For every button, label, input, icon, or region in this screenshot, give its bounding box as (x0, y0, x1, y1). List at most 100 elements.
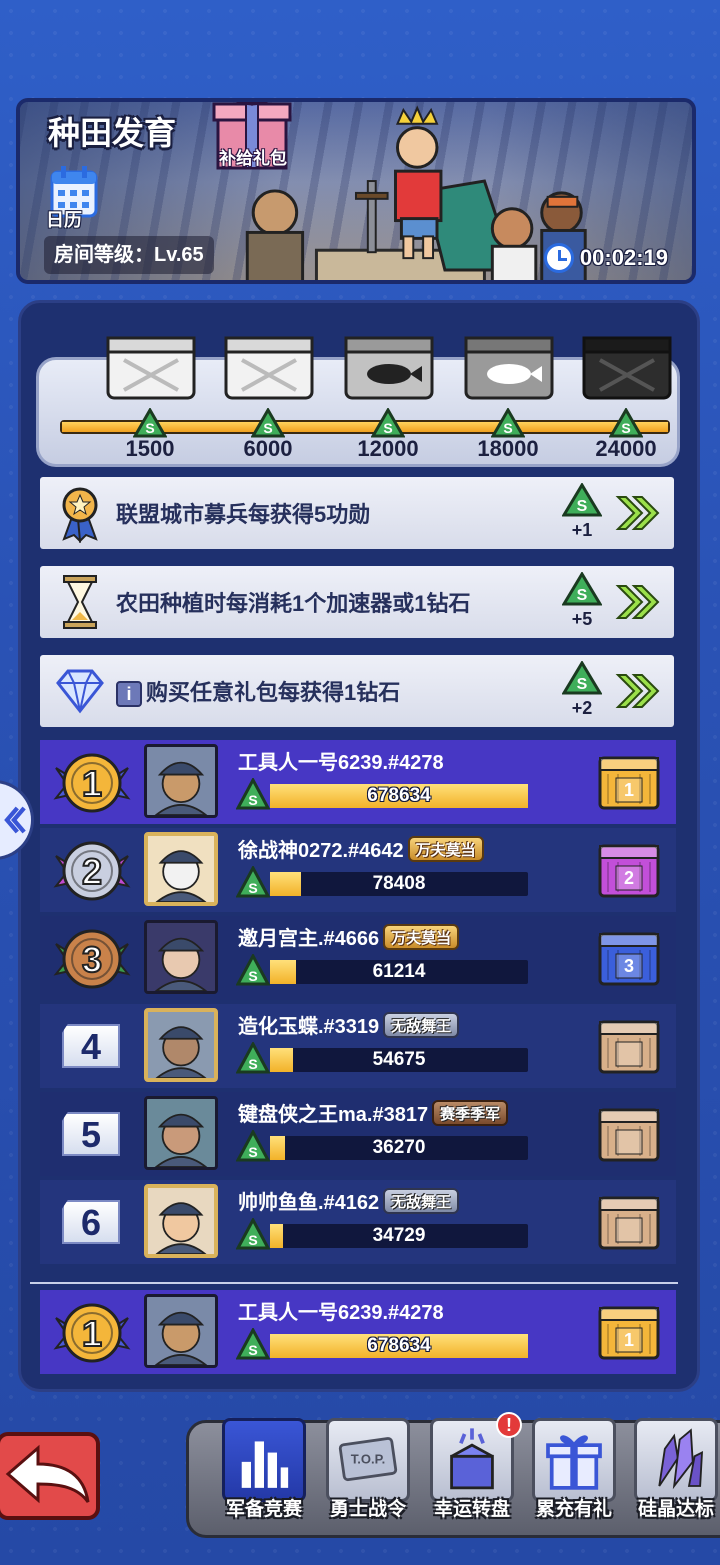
player-title-badge: 赛季季军 (432, 1099, 509, 1126)
leaderboard-row[interactable]: 5 键盘侠之王ma.#3817 赛季季军 S 36270 (40, 1092, 676, 1176)
score-bar: 678634 (270, 784, 528, 808)
svg-text:3: 3 (82, 939, 102, 980)
player-avatar[interactable] (144, 1096, 218, 1170)
milestone-chest-5[interactable] (580, 330, 674, 402)
milestone-token-icon: S (251, 408, 285, 438)
calendar-label: 日历 (46, 210, 82, 230)
back-button[interactable] (0, 1430, 106, 1522)
score-bar: 54675 (270, 1048, 528, 1072)
go-arrow-icon[interactable] (614, 580, 660, 624)
player-avatar[interactable] (144, 832, 218, 906)
task-reward-amount: +2 (571, 698, 593, 718)
nav-label: 勇士战令 (329, 1499, 406, 1520)
player-name-line: 工具人一号6239.#4278 (238, 1296, 444, 1325)
nav-item[interactable]: 军备竞赛 (218, 1418, 310, 1530)
task-row-2: 农田种植时每消耗1个加速器或1钻石 S +5 (40, 566, 674, 638)
milestone-value: 1500 (125, 436, 175, 461)
leaderboard-row[interactable]: 3 邀月宫主.#4666 万夫莫当 S 61214 3 (40, 916, 676, 1000)
point-token-icon: S (236, 866, 270, 898)
player-avatar[interactable] (144, 920, 218, 994)
nav-item[interactable]: 硅晶达标 (630, 1418, 720, 1530)
milestone-value: 24000 (595, 436, 657, 461)
milestone-chest-1[interactable] (104, 330, 198, 402)
player-name-line: 帅帅鱼鱼.#4162 无敌舞王 (238, 1186, 460, 1215)
svg-text:S: S (577, 587, 588, 604)
info-badge[interactable]: i (116, 681, 142, 708)
milestone-chest-2[interactable] (222, 330, 316, 402)
player-avatar[interactable] (144, 744, 218, 818)
reward-chest-icon[interactable] (596, 1016, 662, 1076)
leaderboard-row[interactable]: 2 徐战神0272.#4642 万夫莫当 S 78408 2 (40, 828, 676, 912)
reward-chest-icon[interactable]: 1 (596, 752, 662, 812)
svg-text:1: 1 (82, 763, 102, 804)
point-token-icon: S (236, 1328, 270, 1360)
player-name: 邀月宫主.#4666 (238, 928, 380, 950)
player-name: 工具人一号6239.#4278 (238, 1302, 444, 1324)
nav-item[interactable]: T.O.P. 勇士战令 (322, 1418, 414, 1530)
player-name-line: 徐战神0272.#4642 万夫莫当 (238, 834, 484, 863)
top-ticket-icon: T.O.P. (338, 1437, 398, 1482)
reward-chest-icon[interactable]: 2 (596, 840, 662, 900)
reward-chest-icon[interactable]: 3 (596, 928, 662, 988)
player-avatar[interactable] (144, 1008, 218, 1082)
player-title-badge: 万夫莫当 (383, 923, 460, 950)
task-reward-amount: +5 (571, 609, 593, 629)
rank-number: 5 (62, 1112, 120, 1156)
leaderboard-list[interactable]: 1 工具人一号6239.#4278 S 678634 1 2 徐战神0272.#… (40, 740, 676, 1280)
player-title-badge: 万夫莫当 (407, 835, 484, 862)
svg-text:T.O.P.: T.O.P. (351, 1452, 385, 1467)
reward-chest-icon[interactable]: 1 (596, 1302, 662, 1362)
task-row-3: i 购买任意礼包每获得1钻石 S +2 (40, 655, 674, 727)
leaderboard-row[interactable]: 4 造化玉蝶.#3319 无敌舞王 S 54675 (40, 1004, 676, 1088)
svg-text:S: S (248, 1144, 257, 1160)
player-name-line: 键盘侠之王ma.#3817 赛季季军 (238, 1098, 509, 1127)
reward-chest-icon[interactable] (596, 1192, 662, 1252)
player-score: 34729 (372, 1225, 426, 1246)
rank-medal-icon: 3 (53, 929, 131, 989)
task-reward: S +1 (560, 482, 604, 541)
nav-item[interactable]: 累充有礼 (528, 1418, 620, 1530)
svg-text:S: S (248, 1056, 257, 1072)
reward-chest-icon[interactable] (596, 1104, 662, 1164)
task-text-label: 购买任意礼包每获得1钻石 (146, 679, 401, 705)
player-avatar-image (148, 836, 214, 902)
nav-label: 幸运转盘 (433, 1499, 510, 1520)
nav-item[interactable]: ! 幸运转盘 (426, 1412, 522, 1530)
go-arrow-icon[interactable] (614, 669, 660, 713)
leaderboard-row[interactable]: 6 帅帅鱼鱼.#4162 无敌舞王 S 34729 (40, 1180, 676, 1264)
milestone-chest-4[interactable] (462, 330, 556, 402)
nav-icon-frame (532, 1418, 616, 1502)
milestone-token-icon: S (491, 408, 525, 438)
point-token-icon: S (236, 1130, 270, 1162)
player-avatar-image (148, 1188, 214, 1254)
svg-text:S: S (577, 498, 588, 515)
side-collapse-tab[interactable] (0, 780, 34, 860)
milestone-chest-3[interactable] (342, 330, 436, 402)
svg-text:S: S (503, 420, 512, 436)
go-arrow-icon[interactable] (614, 491, 660, 535)
player-avatar[interactable] (144, 1184, 218, 1258)
alert-badge-icon: ! (496, 1412, 522, 1438)
my-rank-row[interactable]: 1 工具人一号6239.#4278 S 678634 1 (40, 1290, 676, 1374)
milestone-value: 12000 (357, 436, 419, 461)
point-token-icon: S (236, 1218, 270, 1250)
leaderboard-row[interactable]: 1 工具人一号6239.#4278 S 678634 1 (40, 740, 676, 824)
svg-text:2: 2 (624, 868, 634, 888)
milestone-token-icon: S (133, 408, 167, 438)
player-title-badge: 无敌舞王 (383, 1011, 460, 1038)
player-name: 造化玉蝶.#3319 (238, 1016, 380, 1038)
milestone-value: 18000 (477, 436, 539, 461)
event-title: 种田发育 (48, 115, 177, 151)
player-avatar[interactable] (144, 1294, 218, 1368)
chevrons-left-icon (4, 806, 26, 834)
rank-number: 4 (62, 1024, 120, 1068)
player-name-line: 造化玉蝶.#3319 无敌舞王 (238, 1010, 460, 1039)
svg-text:3: 3 (624, 956, 634, 976)
nav-icon-frame (222, 1418, 306, 1502)
player-name: 工具人一号6239.#4278 (238, 752, 444, 774)
svg-text:S: S (263, 420, 272, 436)
point-token-icon: S (236, 954, 270, 986)
score-bar: 36270 (270, 1136, 528, 1160)
score-bar: 34729 (270, 1224, 528, 1248)
player-score: 678634 (367, 1335, 431, 1356)
